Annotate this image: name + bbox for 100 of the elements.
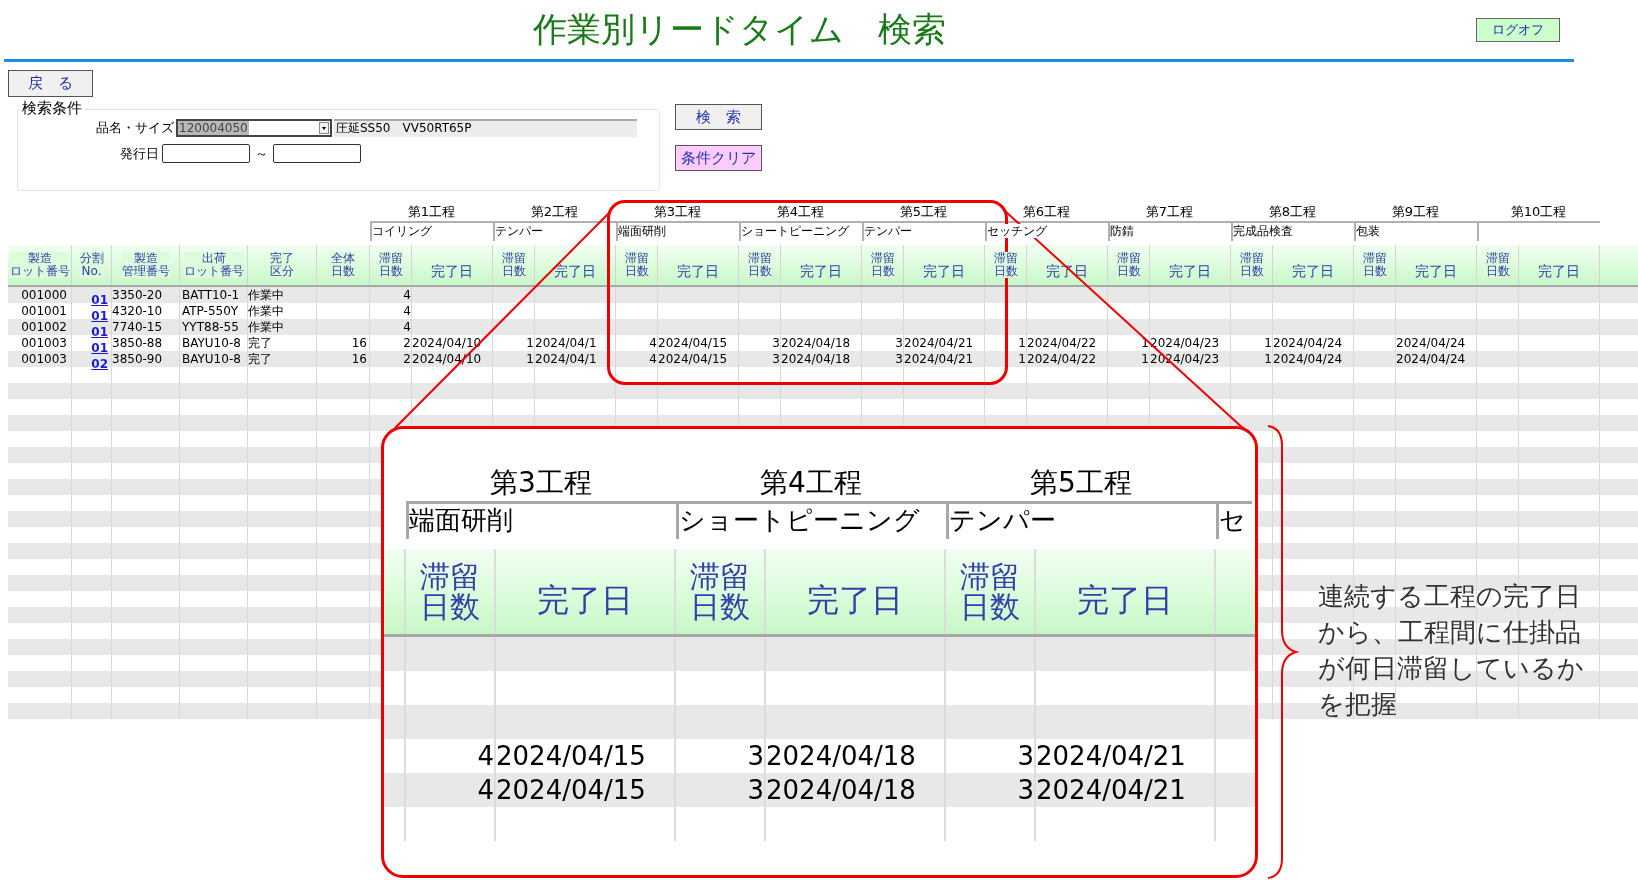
table-cell-text: BATT10-1: [181, 288, 240, 302]
table-cell: 2024/04/22: [1027, 336, 1097, 350]
table-cell: 4: [403, 320, 411, 334]
note-text: 連続する工程の完了日から、工程間に仕掛品が何日滞留しているかを把握: [1318, 580, 1584, 721]
table-cell: 1: [1018, 336, 1026, 350]
column-header: 滞留 日数: [1362, 252, 1387, 278]
split-link[interactable]: 01: [91, 341, 108, 355]
process-label: 第1工程: [407, 204, 456, 219]
back-button[interactable]: 戻 る: [8, 70, 93, 97]
process-name-field: 防錆: [1108, 221, 1231, 241]
split-link[interactable]: 01: [91, 325, 108, 339]
logoff-button[interactable]: ログオフ: [1476, 17, 1560, 42]
process-label: 第4工程: [776, 204, 825, 219]
table-cell-text: 001003: [21, 336, 68, 350]
date-to-field[interactable]: [273, 143, 361, 163]
table-cell: 3: [1017, 741, 1034, 771]
table-cell-text: 001000: [21, 288, 68, 302]
table-cell-text: 001001: [21, 304, 68, 318]
table-cell-text: 16: [351, 336, 368, 350]
column-header: 滞留 日数: [993, 252, 1018, 278]
column-header: 完了 区分: [270, 252, 294, 278]
table-cell: 4: [649, 352, 657, 366]
process-label: 第3工程: [490, 466, 592, 499]
process-name-field: セッチング: [985, 221, 1108, 241]
table-cell: 4: [477, 775, 494, 805]
table-cell: 3850-88: [112, 336, 163, 350]
column-header: 完了日: [412, 245, 493, 285]
table-cell: 2024/04/21: [904, 352, 974, 366]
table-cell: 2024/04/15: [496, 741, 646, 771]
table-cell: 2: [403, 336, 411, 350]
range-mark: ～: [255, 144, 268, 163]
table-cell: 4: [649, 336, 657, 350]
process-name-field: 包装: [1354, 221, 1477, 241]
process-label: 第10工程: [1510, 204, 1567, 219]
table-cell: 作業中: [248, 320, 284, 334]
column-header: 完了日: [658, 245, 739, 285]
table-cell: 2024/04/1: [535, 352, 597, 366]
column-header: 完了日: [1519, 245, 1600, 285]
table-cell-text: 16: [351, 352, 368, 366]
field-label: 発行日: [120, 144, 159, 163]
table-cell: 2024/04/18: [781, 336, 851, 350]
column-header: 滞留 日数: [624, 252, 649, 278]
column-header: 分割 No.: [79, 252, 104, 278]
column-header: 完了日: [1150, 245, 1231, 285]
column-header: 滞留 日数: [1485, 252, 1510, 278]
table-cell: 2024/04/24: [1396, 352, 1466, 366]
process-label: 第7工程: [1145, 204, 1194, 219]
table-cell-text: BAYU10-8: [181, 336, 241, 350]
column-header: 出荷 ロット番号: [183, 252, 244, 278]
column-header: 製造 ロット番号: [9, 252, 70, 278]
table-cell: 2024/04/21: [904, 336, 974, 350]
table-cell: 7740-15: [112, 320, 163, 334]
column-header: 完了日: [781, 245, 862, 285]
column-header: 完了日: [535, 245, 616, 285]
table-cell-text: 001002: [21, 320, 68, 334]
date-from-field[interactable]: [162, 143, 250, 163]
process-label: 第5工程: [1030, 466, 1132, 499]
page-title: 作業別リードタイム 検索: [532, 9, 946, 49]
column-header: 滞留 日数: [960, 561, 1020, 622]
table-cell: 1: [1264, 352, 1272, 366]
process-label: 第8工程: [1268, 204, 1317, 219]
split-link[interactable]: 01: [91, 293, 108, 307]
column-header: 滞留 日数: [1116, 252, 1141, 278]
process-name-field: ショートピーニング: [739, 221, 862, 241]
process-label: 第2工程: [530, 204, 579, 219]
process-label: 第9工程: [1391, 204, 1440, 219]
process-label: 第6工程: [1022, 204, 1071, 219]
table-cell: 4: [403, 288, 411, 302]
split-link[interactable]: 02: [91, 357, 108, 371]
column-header: 完了日: [766, 549, 946, 634]
table-cell: 4: [477, 741, 494, 771]
table-cell: 2: [403, 352, 411, 366]
column-header: 滞留 日数: [378, 252, 403, 278]
table-cell: 作業中: [248, 304, 284, 318]
table-cell-text: 001003: [21, 352, 68, 366]
split-link[interactable]: 01: [91, 309, 108, 323]
table-cell: 2024/04/21: [1036, 741, 1186, 771]
product-name-field: 圧延SS50 VV50RT65P: [334, 118, 637, 137]
column-header: 滞留 日数: [501, 252, 526, 278]
process-label: 第4工程: [760, 466, 862, 499]
clear-button[interactable]: 条件クリア: [675, 145, 762, 171]
column-header: 滞留 日数: [420, 561, 480, 622]
table-cell: 2024/04/18: [766, 741, 916, 771]
column-header: 製造 管理番号: [121, 252, 170, 278]
column-header: 全体 日数: [331, 252, 355, 278]
table-cell: 2024/04/15: [658, 336, 728, 350]
table-cell: 3: [772, 352, 780, 366]
product-select[interactable]: 120004050: [176, 118, 332, 137]
table-cell: 2024/04/1: [535, 336, 597, 350]
column-header: 滞留 日数: [1239, 252, 1264, 278]
search-button[interactable]: 検 索: [675, 104, 762, 130]
column-header: 完了日: [1273, 245, 1354, 285]
process-label: 第5工程: [899, 204, 948, 219]
table-cell: 1: [1141, 352, 1149, 366]
field-label: 品名・サイズ: [96, 119, 174, 137]
table-cell: 3: [1017, 775, 1034, 805]
process-name-field: テンパー: [946, 501, 1216, 539]
table-cell: 2024/04/18: [781, 352, 851, 366]
table-cell: 3850-90: [112, 352, 163, 366]
column-header: 完了日: [1036, 549, 1216, 634]
